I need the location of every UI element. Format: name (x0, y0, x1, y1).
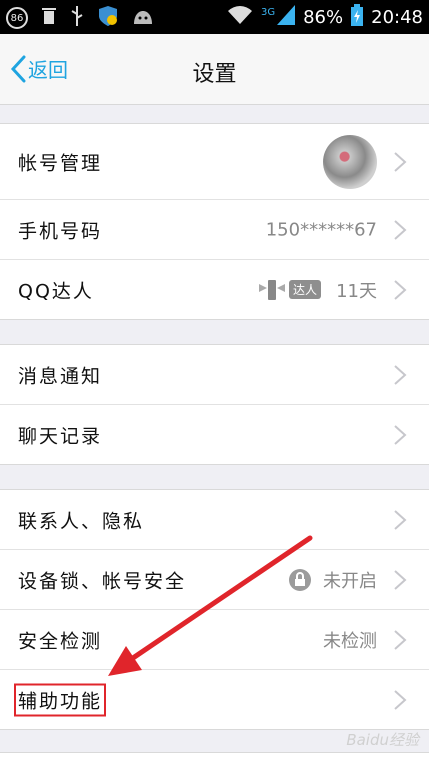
security-check-label: 安全检测 (18, 630, 103, 652)
accessibility-label: 辅助功能 (14, 683, 107, 716)
trash-icon (42, 7, 56, 29)
qq-daren-badge-group: 达人 (257, 278, 321, 302)
winged-phone-icon (258, 279, 285, 300)
clock: 20:48 (371, 7, 423, 28)
chevron-right-icon (394, 424, 407, 445)
contacts-privacy-row[interactable]: 联系人、隐私 (0, 490, 429, 550)
chevron-right-icon (394, 569, 407, 590)
qq-daren-label: QQ达人 (18, 280, 94, 302)
phone-number-label: 手机号码 (18, 220, 103, 242)
page-title: 设置 (192, 62, 237, 87)
android-icon (132, 8, 154, 28)
avatar (323, 134, 377, 189)
device-lock-row[interactable]: 设备锁、帐号安全 未开启 (0, 550, 429, 610)
status-bar: 86 3G 86% 20:48 (0, 0, 429, 34)
phone-number-value: 150******67 (265, 219, 377, 240)
device-lock-value: 未开启 (323, 570, 377, 592)
bottom-group-edge (0, 752, 429, 769)
chevron-right-icon (394, 509, 407, 530)
account-management-label: 帐号管理 (18, 152, 103, 174)
chevron-right-icon (394, 689, 407, 710)
chevron-right-icon (394, 279, 407, 300)
qq-daren-value: 11天 (336, 280, 377, 302)
notifications-row[interactable]: 消息通知 (0, 345, 429, 405)
account-management-row[interactable]: 帐号管理 (0, 124, 429, 200)
qq-daren-row[interactable]: QQ达人 达人 11天 (0, 260, 429, 319)
chat-history-row[interactable]: 聊天记录 (0, 405, 429, 464)
chevron-right-icon (394, 364, 407, 385)
chevron-right-icon (394, 219, 407, 240)
chat-history-label: 聊天记录 (18, 425, 103, 447)
contacts-privacy-label: 联系人、隐私 (18, 510, 145, 532)
account-group: 帐号管理 手机号码 150******67 QQ达人 达人 11天 (0, 123, 429, 320)
chevron-right-icon (394, 629, 407, 650)
signal-icon (277, 5, 296, 30)
privacy-group: 联系人、隐私 设备锁、帐号安全 未开启 安全检测 未检测 辅助功能 (0, 489, 429, 730)
messages-group: 消息通知 聊天记录 (0, 344, 429, 465)
qq-daren-badge: 达人 (288, 280, 321, 299)
shield-icon (98, 5, 118, 31)
security-check-value: 未检测 (323, 630, 377, 652)
notifications-label: 消息通知 (18, 365, 103, 387)
wifi-icon (227, 5, 253, 30)
lock-icon (289, 568, 311, 591)
navigation-bar: 返回 设置 (0, 34, 429, 105)
watermark: Baidu经验 (346, 731, 419, 749)
usb-icon (70, 6, 84, 30)
accessibility-row[interactable]: 辅助功能 (0, 670, 429, 729)
phone-number-row[interactable]: 手机号码 150******67 (0, 200, 429, 260)
device-lock-label: 设备锁、帐号安全 (18, 570, 187, 592)
status-bar-right: 3G 86% 20:48 (227, 4, 423, 31)
network-type-label: 3G (260, 7, 276, 18)
chevron-right-icon (394, 151, 407, 172)
battery-icon (351, 4, 364, 31)
security-check-row[interactable]: 安全检测 未检测 (0, 610, 429, 670)
status-bar-left: 86 (6, 5, 154, 31)
battery-percent: 86% (303, 7, 344, 28)
notification-count-badge: 86 (6, 7, 28, 29)
